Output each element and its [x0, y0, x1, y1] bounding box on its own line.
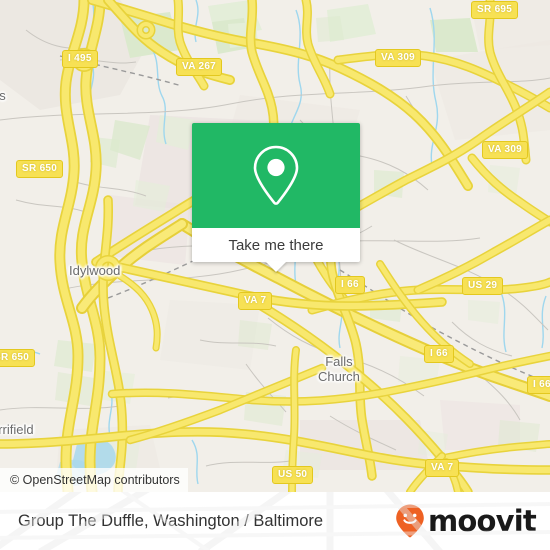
page-title: Group The Duffle, Washington / Baltimore [18, 511, 324, 530]
callout-pin-area [192, 123, 360, 228]
road-shield[interactable]: VA 7 [425, 459, 460, 477]
road-shield[interactable]: US 29 [462, 277, 504, 295]
road-shield[interactable]: I 66 [424, 345, 454, 363]
place-label-falls-church: Falls Church [318, 354, 360, 384]
map-screenshot: .rd-case { fill:none; stroke:#e8d33c; st… [0, 0, 550, 550]
road-shield[interactable]: VA 309 [375, 49, 422, 67]
moovit-logo[interactable]: moovit [394, 503, 537, 539]
road-shield[interactable]: I 66 [335, 276, 365, 294]
moovit-wordmark: moovit [428, 503, 537, 538]
location-callout-card[interactable]: Take me there [192, 123, 360, 272]
road-shield[interactable]: SR 650 [16, 160, 64, 178]
take-me-there-button[interactable]: Take me there [192, 228, 360, 272]
footer-bar: Group The Duffle, Washington / Baltimore… [0, 492, 550, 550]
road-shield[interactable]: SR 695 [471, 1, 519, 19]
moovit-smiley-pin-icon [396, 504, 424, 538]
callout-tail [265, 261, 287, 272]
map-attribution[interactable]: © OpenStreetMap contributors [0, 468, 188, 492]
map-canvas[interactable]: .rd-case { fill:none; stroke:#e8d33c; st… [0, 0, 550, 492]
road-shield[interactable]: I 66 [527, 376, 550, 394]
place-label-line: Church [318, 369, 360, 384]
take-me-there-label: Take me there [228, 236, 324, 254]
place-label-line: Falls [325, 354, 353, 369]
road-shield[interactable]: US 50 [272, 466, 314, 484]
road-shield[interactable]: VA 267 [176, 58, 223, 76]
road-shield[interactable]: VA 7 [238, 292, 273, 310]
map-pin-icon [253, 145, 299, 205]
place-label-merrifield: errifield [0, 422, 34, 437]
road-shield[interactable]: SR 650 [0, 349, 36, 367]
road-shield[interactable]: I 495 [62, 50, 98, 68]
place-label-tysons: ns [0, 88, 6, 103]
road-shield[interactable]: VA 309 [482, 141, 529, 159]
place-label-idylwood: Idylwood [69, 263, 121, 278]
